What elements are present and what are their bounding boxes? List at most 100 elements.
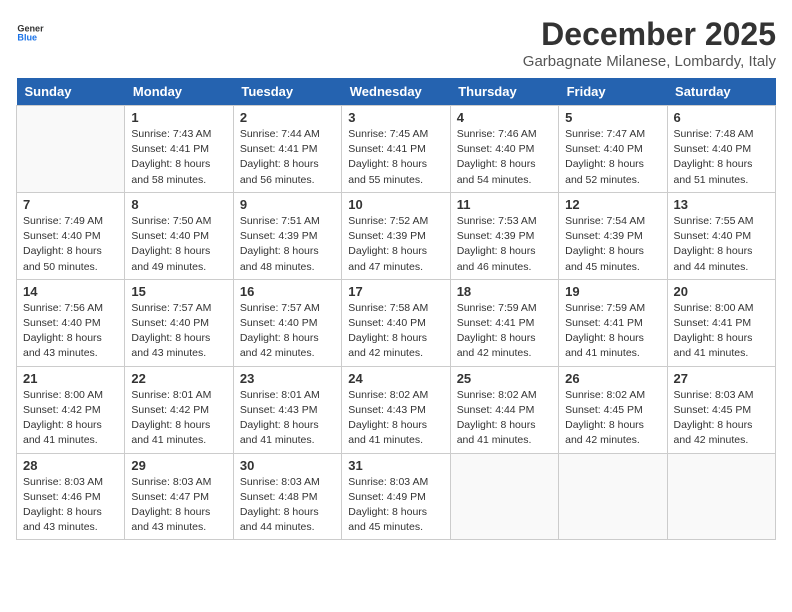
day-number: 6 [674, 110, 769, 125]
day-info: Sunrise: 7:54 AM Sunset: 4:39 PM Dayligh… [565, 214, 660, 275]
day-info: Sunrise: 7:44 AM Sunset: 4:41 PM Dayligh… [240, 127, 335, 188]
calendar-cell: 8 Sunrise: 7:50 AM Sunset: 4:40 PM Daylig… [125, 192, 233, 279]
calendar-table: SundayMondayTuesdayWednesdayThursdayFrid… [16, 78, 776, 540]
day-number: 20 [674, 284, 769, 299]
calendar-cell: 28 Sunrise: 8:03 AM Sunset: 4:46 PM Dayli… [17, 453, 125, 540]
day-info: Sunrise: 7:55 AM Sunset: 4:40 PM Dayligh… [674, 214, 769, 275]
day-info: Sunrise: 8:02 AM Sunset: 4:43 PM Dayligh… [348, 388, 443, 449]
day-number: 19 [565, 284, 660, 299]
day-info: Sunrise: 7:57 AM Sunset: 4:40 PM Dayligh… [131, 301, 226, 362]
day-info: Sunrise: 7:53 AM Sunset: 4:39 PM Dayligh… [457, 214, 552, 275]
day-info: Sunrise: 7:56 AM Sunset: 4:40 PM Dayligh… [23, 301, 118, 362]
calendar-cell: 5 Sunrise: 7:47 AM Sunset: 4:40 PM Daylig… [559, 106, 667, 193]
day-number: 3 [348, 110, 443, 125]
title-block: December 2025 Garbagnate Milanese, Lomba… [523, 16, 776, 70]
day-info: Sunrise: 8:03 AM Sunset: 4:49 PM Dayligh… [348, 475, 443, 536]
day-info: Sunrise: 7:49 AM Sunset: 4:40 PM Dayligh… [23, 214, 118, 275]
page-header: General Blue December 2025 Garbagnate Mi… [16, 16, 776, 70]
week-row-1: 1Sunrise: 7:43 AM Sunset: 4:41 PM Daylig… [17, 106, 776, 193]
calendar-cell: 7 Sunrise: 7:49 AM Sunset: 4:40 PM Daylig… [17, 192, 125, 279]
weekday-header-wednesday: Wednesday [342, 78, 450, 106]
logo: General Blue [16, 16, 44, 44]
calendar-cell: 19 Sunrise: 7:59 AM Sunset: 4:41 PM Dayli… [559, 279, 667, 366]
day-info: Sunrise: 8:03 AM Sunset: 4:47 PM Dayligh… [131, 475, 226, 536]
day-info: Sunrise: 8:00 AM Sunset: 4:42 PM Dayligh… [23, 388, 118, 449]
calendar-cell: 31 Sunrise: 8:03 AM Sunset: 4:49 PM Dayli… [342, 453, 450, 540]
calendar-cell: 26 Sunrise: 8:02 AM Sunset: 4:45 PM Dayli… [559, 366, 667, 453]
calendar-cell: 14 Sunrise: 7:56 AM Sunset: 4:40 PM Dayli… [17, 279, 125, 366]
day-info: Sunrise: 7:57 AM Sunset: 4:40 PM Dayligh… [240, 301, 335, 362]
day-number: 7 [23, 197, 118, 212]
day-number: 9 [240, 197, 335, 212]
day-info: Sunrise: 8:03 AM Sunset: 4:45 PM Dayligh… [674, 388, 769, 449]
day-number: 21 [23, 371, 118, 386]
day-number: 12 [565, 197, 660, 212]
day-number: 18 [457, 284, 552, 299]
day-number: 28 [23, 458, 118, 473]
day-info: Sunrise: 7:59 AM Sunset: 4:41 PM Dayligh… [565, 301, 660, 362]
day-info: Sunrise: 8:03 AM Sunset: 4:48 PM Dayligh… [240, 475, 335, 536]
day-number: 26 [565, 371, 660, 386]
day-info: Sunrise: 7:45 AM Sunset: 4:41 PM Dayligh… [348, 127, 443, 188]
calendar-cell: 11 Sunrise: 7:53 AM Sunset: 4:39 PM Dayli… [450, 192, 558, 279]
day-number: 8 [131, 197, 226, 212]
day-info: Sunrise: 8:03 AM Sunset: 4:46 PM Dayligh… [23, 475, 118, 536]
weekday-header-thursday: Thursday [450, 78, 558, 106]
weekday-header-sunday: Sunday [17, 78, 125, 106]
calendar-cell [559, 453, 667, 540]
day-number: 2 [240, 110, 335, 125]
day-number: 11 [457, 197, 552, 212]
day-number: 13 [674, 197, 769, 212]
day-number: 1 [131, 110, 226, 125]
week-row-4: 21 Sunrise: 8:00 AM Sunset: 4:42 PM Dayli… [17, 366, 776, 453]
calendar-cell: 13 Sunrise: 7:55 AM Sunset: 4:40 PM Dayli… [667, 192, 775, 279]
day-info: Sunrise: 7:52 AM Sunset: 4:39 PM Dayligh… [348, 214, 443, 275]
day-info: Sunrise: 8:02 AM Sunset: 4:44 PM Dayligh… [457, 388, 552, 449]
calendar-cell [667, 453, 775, 540]
day-number: 5 [565, 110, 660, 125]
calendar-cell: 12 Sunrise: 7:54 AM Sunset: 4:39 PM Dayli… [559, 192, 667, 279]
calendar-cell: 3 Sunrise: 7:45 AM Sunset: 4:41 PM Daylig… [342, 106, 450, 193]
calendar-cell: 21 Sunrise: 8:00 AM Sunset: 4:42 PM Dayli… [17, 366, 125, 453]
calendar-cell: 27Sunrise: 8:03 AM Sunset: 4:45 PM Dayli… [667, 366, 775, 453]
day-info: Sunrise: 7:50 AM Sunset: 4:40 PM Dayligh… [131, 214, 226, 275]
calendar-cell: 23 Sunrise: 8:01 AM Sunset: 4:43 PM Dayli… [233, 366, 341, 453]
calendar-cell: 15 Sunrise: 7:57 AM Sunset: 4:40 PM Dayli… [125, 279, 233, 366]
calendar-cell [17, 106, 125, 193]
day-info: Sunrise: 7:51 AM Sunset: 4:39 PM Dayligh… [240, 214, 335, 275]
week-row-3: 14 Sunrise: 7:56 AM Sunset: 4:40 PM Dayli… [17, 279, 776, 366]
day-number: 30 [240, 458, 335, 473]
day-number: 4 [457, 110, 552, 125]
day-info: Sunrise: 8:01 AM Sunset: 4:42 PM Dayligh… [131, 388, 226, 449]
day-number: 31 [348, 458, 443, 473]
calendar-cell: 9 Sunrise: 7:51 AM Sunset: 4:39 PM Daylig… [233, 192, 341, 279]
day-info: Sunrise: 7:47 AM Sunset: 4:40 PM Dayligh… [565, 127, 660, 188]
day-info: Sunrise: 8:02 AM Sunset: 4:45 PM Dayligh… [565, 388, 660, 449]
calendar-cell: 16Sunrise: 7:57 AM Sunset: 4:40 PM Dayli… [233, 279, 341, 366]
month-title: December 2025 [523, 16, 776, 53]
calendar-cell: 6Sunrise: 7:48 AM Sunset: 4:40 PM Daylig… [667, 106, 775, 193]
day-number: 15 [131, 284, 226, 299]
day-number: 22 [131, 371, 226, 386]
day-info: Sunrise: 7:58 AM Sunset: 4:40 PM Dayligh… [348, 301, 443, 362]
calendar-cell: 4 Sunrise: 7:46 AM Sunset: 4:40 PM Daylig… [450, 106, 558, 193]
calendar-cell: 2 Sunrise: 7:44 AM Sunset: 4:41 PM Daylig… [233, 106, 341, 193]
day-info: Sunrise: 7:46 AM Sunset: 4:40 PM Dayligh… [457, 127, 552, 188]
calendar-cell: 22 Sunrise: 8:01 AM Sunset: 4:42 PM Dayli… [125, 366, 233, 453]
calendar-cell: 10Sunrise: 7:52 AM Sunset: 4:39 PM Dayli… [342, 192, 450, 279]
day-number: 23 [240, 371, 335, 386]
day-info: Sunrise: 8:01 AM Sunset: 4:43 PM Dayligh… [240, 388, 335, 449]
calendar-cell: 25Sunrise: 8:02 AM Sunset: 4:44 PM Dayli… [450, 366, 558, 453]
weekday-header-monday: Monday [125, 78, 233, 106]
weekday-header-friday: Friday [559, 78, 667, 106]
calendar-cell: 1Sunrise: 7:43 AM Sunset: 4:41 PM Daylig… [125, 106, 233, 193]
calendar-cell [450, 453, 558, 540]
logo-icon: General Blue [16, 16, 44, 44]
day-number: 29 [131, 458, 226, 473]
location-subtitle: Garbagnate Milanese, Lombardy, Italy [523, 53, 776, 70]
day-number: 14 [23, 284, 118, 299]
week-row-2: 7 Sunrise: 7:49 AM Sunset: 4:40 PM Daylig… [17, 192, 776, 279]
day-info: Sunrise: 8:00 AM Sunset: 4:41 PM Dayligh… [674, 301, 769, 362]
calendar-cell: 24Sunrise: 8:02 AM Sunset: 4:43 PM Dayli… [342, 366, 450, 453]
calendar-cell: 17Sunrise: 7:58 AM Sunset: 4:40 PM Dayli… [342, 279, 450, 366]
